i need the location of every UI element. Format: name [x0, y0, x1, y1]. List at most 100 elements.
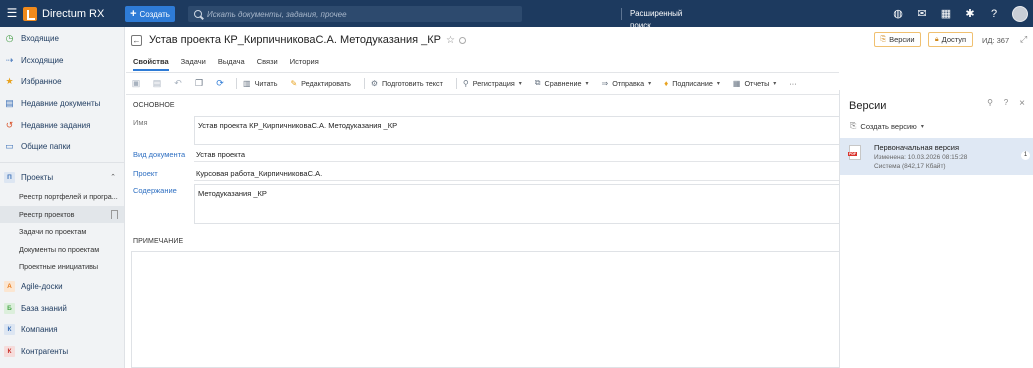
sidebar-item-agile[interactable]: A Agile-доски: [0, 276, 124, 298]
sign-button[interactable]: ♦ Подписание ▾: [664, 79, 720, 88]
tab-tasks[interactable]: Задачи: [181, 57, 206, 71]
project-value[interactable]: Курсовая работа_КирпичниковаС.А.: [196, 169, 322, 178]
book-icon: ▥: [243, 78, 251, 88]
help-icon[interactable]: ?: [1001, 98, 1011, 109]
pencil-icon: ✎: [290, 78, 298, 88]
send-button[interactable]: ⇒ Отправка ▾: [601, 79, 651, 88]
plus-icon: +: [130, 8, 137, 20]
divider: [194, 161, 839, 162]
content-field[interactable]: Методуказания _КР: [194, 184, 839, 224]
version-meta: Система (842,17 Кбайт): [874, 163, 946, 170]
note-field[interactable]: [131, 251, 839, 368]
sidebar-item-company[interactable]: К Компания: [0, 319, 124, 341]
sidebar-subitem-project-registry[interactable]: Реестр проектов: [0, 205, 124, 224]
refresh-icon[interactable]: ⟳: [215, 78, 225, 88]
versions-icon: ⎘: [880, 35, 887, 43]
access-button[interactable]: 🔒︎ Доступ: [928, 32, 973, 47]
close-icon[interactable]: ×: [1017, 98, 1027, 109]
versions-panel: Версии ⚲ ? × ⎘ Создать версию ▾ Первонач…: [839, 90, 1033, 368]
chevron-up-icon[interactable]: ⌃: [110, 173, 116, 181]
favorite-star-icon[interactable]: ☆: [446, 35, 455, 46]
copy-icon[interactable]: ❐: [194, 78, 204, 88]
reports-button[interactable]: ▦ Отчеты ▾: [733, 79, 776, 88]
content-label: Содержание: [133, 186, 177, 195]
project-label[interactable]: Проект: [133, 169, 158, 178]
sidebar-subitem-initiatives[interactable]: Проектные инициативы: [0, 258, 124, 276]
settings-icon[interactable]: ✱: [964, 8, 976, 20]
divider: [455, 77, 457, 89]
versions-panel-title: Версии: [849, 100, 887, 112]
compare-button[interactable]: ⧉ Сравнение ▾: [535, 78, 589, 88]
help-icon[interactable]: ?: [988, 8, 1000, 20]
pin-icon[interactable]: ⚲: [985, 98, 995, 109]
avatar[interactable]: [1012, 5, 1028, 22]
section-note-heading: ПРИМЕЧАНИЕ: [133, 238, 184, 245]
name-field[interactable]: Устав проекта КР_КирпичниковаС.А. Методу…: [194, 116, 839, 145]
reports-label: Отчеты: [744, 78, 770, 88]
create-button[interactable]: + Создать: [125, 6, 175, 22]
search-input[interactable]: [207, 9, 432, 19]
sidebar-item-label: Компания: [21, 325, 58, 335]
sidebar-item-label: Контрагенты: [21, 346, 69, 356]
tab-properties[interactable]: Свойства: [133, 57, 169, 71]
sidebar-item-inbox[interactable]: ◷ Входящие: [0, 28, 124, 50]
mail-icon[interactable]: ✉: [916, 8, 928, 20]
prepare-text-label: Подготовить текст: [382, 78, 443, 88]
create-label: Создать: [139, 9, 170, 19]
app-logo[interactable]: Directum RX: [23, 6, 105, 21]
divider: [126, 72, 839, 73]
bookmark-icon[interactable]: [111, 209, 118, 219]
divider: [363, 77, 365, 89]
sidebar-item-counterparties[interactable]: К Контрагенты: [0, 340, 124, 362]
expand-icon[interactable]: ⤢: [1020, 34, 1027, 45]
pdf-icon: [848, 145, 861, 160]
sidebar-item-favorites[interactable]: ★ Избранное: [0, 71, 124, 93]
search-box[interactable]: Расширенный поиск: [188, 6, 682, 30]
sidebar-item-outbox[interactable]: ⇢ Исходящие: [0, 50, 124, 72]
sidebar-item-label: Недавние документы: [21, 99, 101, 109]
edit-button[interactable]: ✎ Редактировать: [290, 79, 350, 88]
sidebar-subitem-portfolios[interactable]: Реестр портфелей и програ...: [0, 188, 124, 206]
sidebar-item-label: Исходящие: [21, 55, 64, 65]
sidebar-subitem-project-docs[interactable]: Документы по проектам: [0, 241, 124, 259]
sidebar-item-projects[interactable]: П Проекты ⌃: [0, 167, 124, 189]
save-close-icon[interactable]: ▤: [152, 78, 162, 88]
back-button[interactable]: ←: [131, 34, 142, 46]
globe-icon[interactable]: ◍: [892, 8, 904, 20]
registration-button[interactable]: ⚲ Регистрация ▾: [463, 79, 522, 88]
tab-issuance[interactable]: Выдача: [218, 57, 245, 71]
read-label: Читать: [254, 78, 278, 88]
versions-button[interactable]: ⎘ Версии: [874, 32, 921, 47]
status-circle-icon[interactable]: [458, 36, 466, 44]
chevron-down-icon: ▾: [716, 80, 720, 87]
compare-icon: ⧉: [534, 78, 541, 87]
read-button[interactable]: ▥ Читать: [243, 79, 277, 88]
prepare-text-button[interactable]: ⚙ Подготовить текст: [371, 79, 443, 88]
doctype-label[interactable]: Вид документа: [133, 150, 185, 159]
sidebar-item-label: Избранное: [21, 77, 62, 87]
tab-links[interactable]: Связи: [257, 57, 278, 71]
save-icon[interactable]: ▣: [131, 78, 141, 88]
version-list-item[interactable]: Первоначальная версия Изменена: 10.03.20…: [840, 138, 1033, 175]
doctype-value[interactable]: Устав проекта: [196, 150, 245, 159]
create-version-button[interactable]: ⎘ Создать версию ▾: [850, 121, 924, 131]
sidebar: ◷ Входящие ⇢ Исходящие ★ Избранное ▤ Нед…: [0, 27, 125, 368]
page-title: Устав проекта КР_КирпичниковаС.А. Методу…: [149, 34, 441, 46]
calendar-icon[interactable]: ▦: [940, 8, 952, 20]
advanced-search-link[interactable]: Расширенный поиск: [621, 8, 682, 30]
hamburger-icon[interactable]: ☰: [4, 0, 20, 27]
counterparties-letter-icon: К: [4, 345, 15, 357]
undo-icon[interactable]: ↶: [173, 78, 183, 88]
app-name: Directum RX: [42, 7, 105, 20]
tab-history[interactable]: История: [290, 57, 319, 71]
more-button[interactable]: ···: [789, 79, 796, 88]
compare-label: Сравнение: [544, 78, 582, 88]
sidebar-subitem-project-tasks[interactable]: Задачи по проектам: [0, 223, 124, 241]
sidebar-item-shared-folders[interactable]: ▭ Общие папки: [0, 136, 124, 158]
sidebar-item-recent-tasks[interactable]: ↺ Недавние задания: [0, 114, 124, 136]
sidebar-item-label: Проекты: [21, 172, 54, 182]
sidebar-item-knowledge[interactable]: Б База знаний: [0, 297, 124, 319]
sidebar-item-recent-docs[interactable]: ▤ Недавние документы: [0, 93, 124, 115]
company-letter-icon: К: [4, 324, 15, 336]
bulb-icon: ♦: [664, 78, 669, 88]
